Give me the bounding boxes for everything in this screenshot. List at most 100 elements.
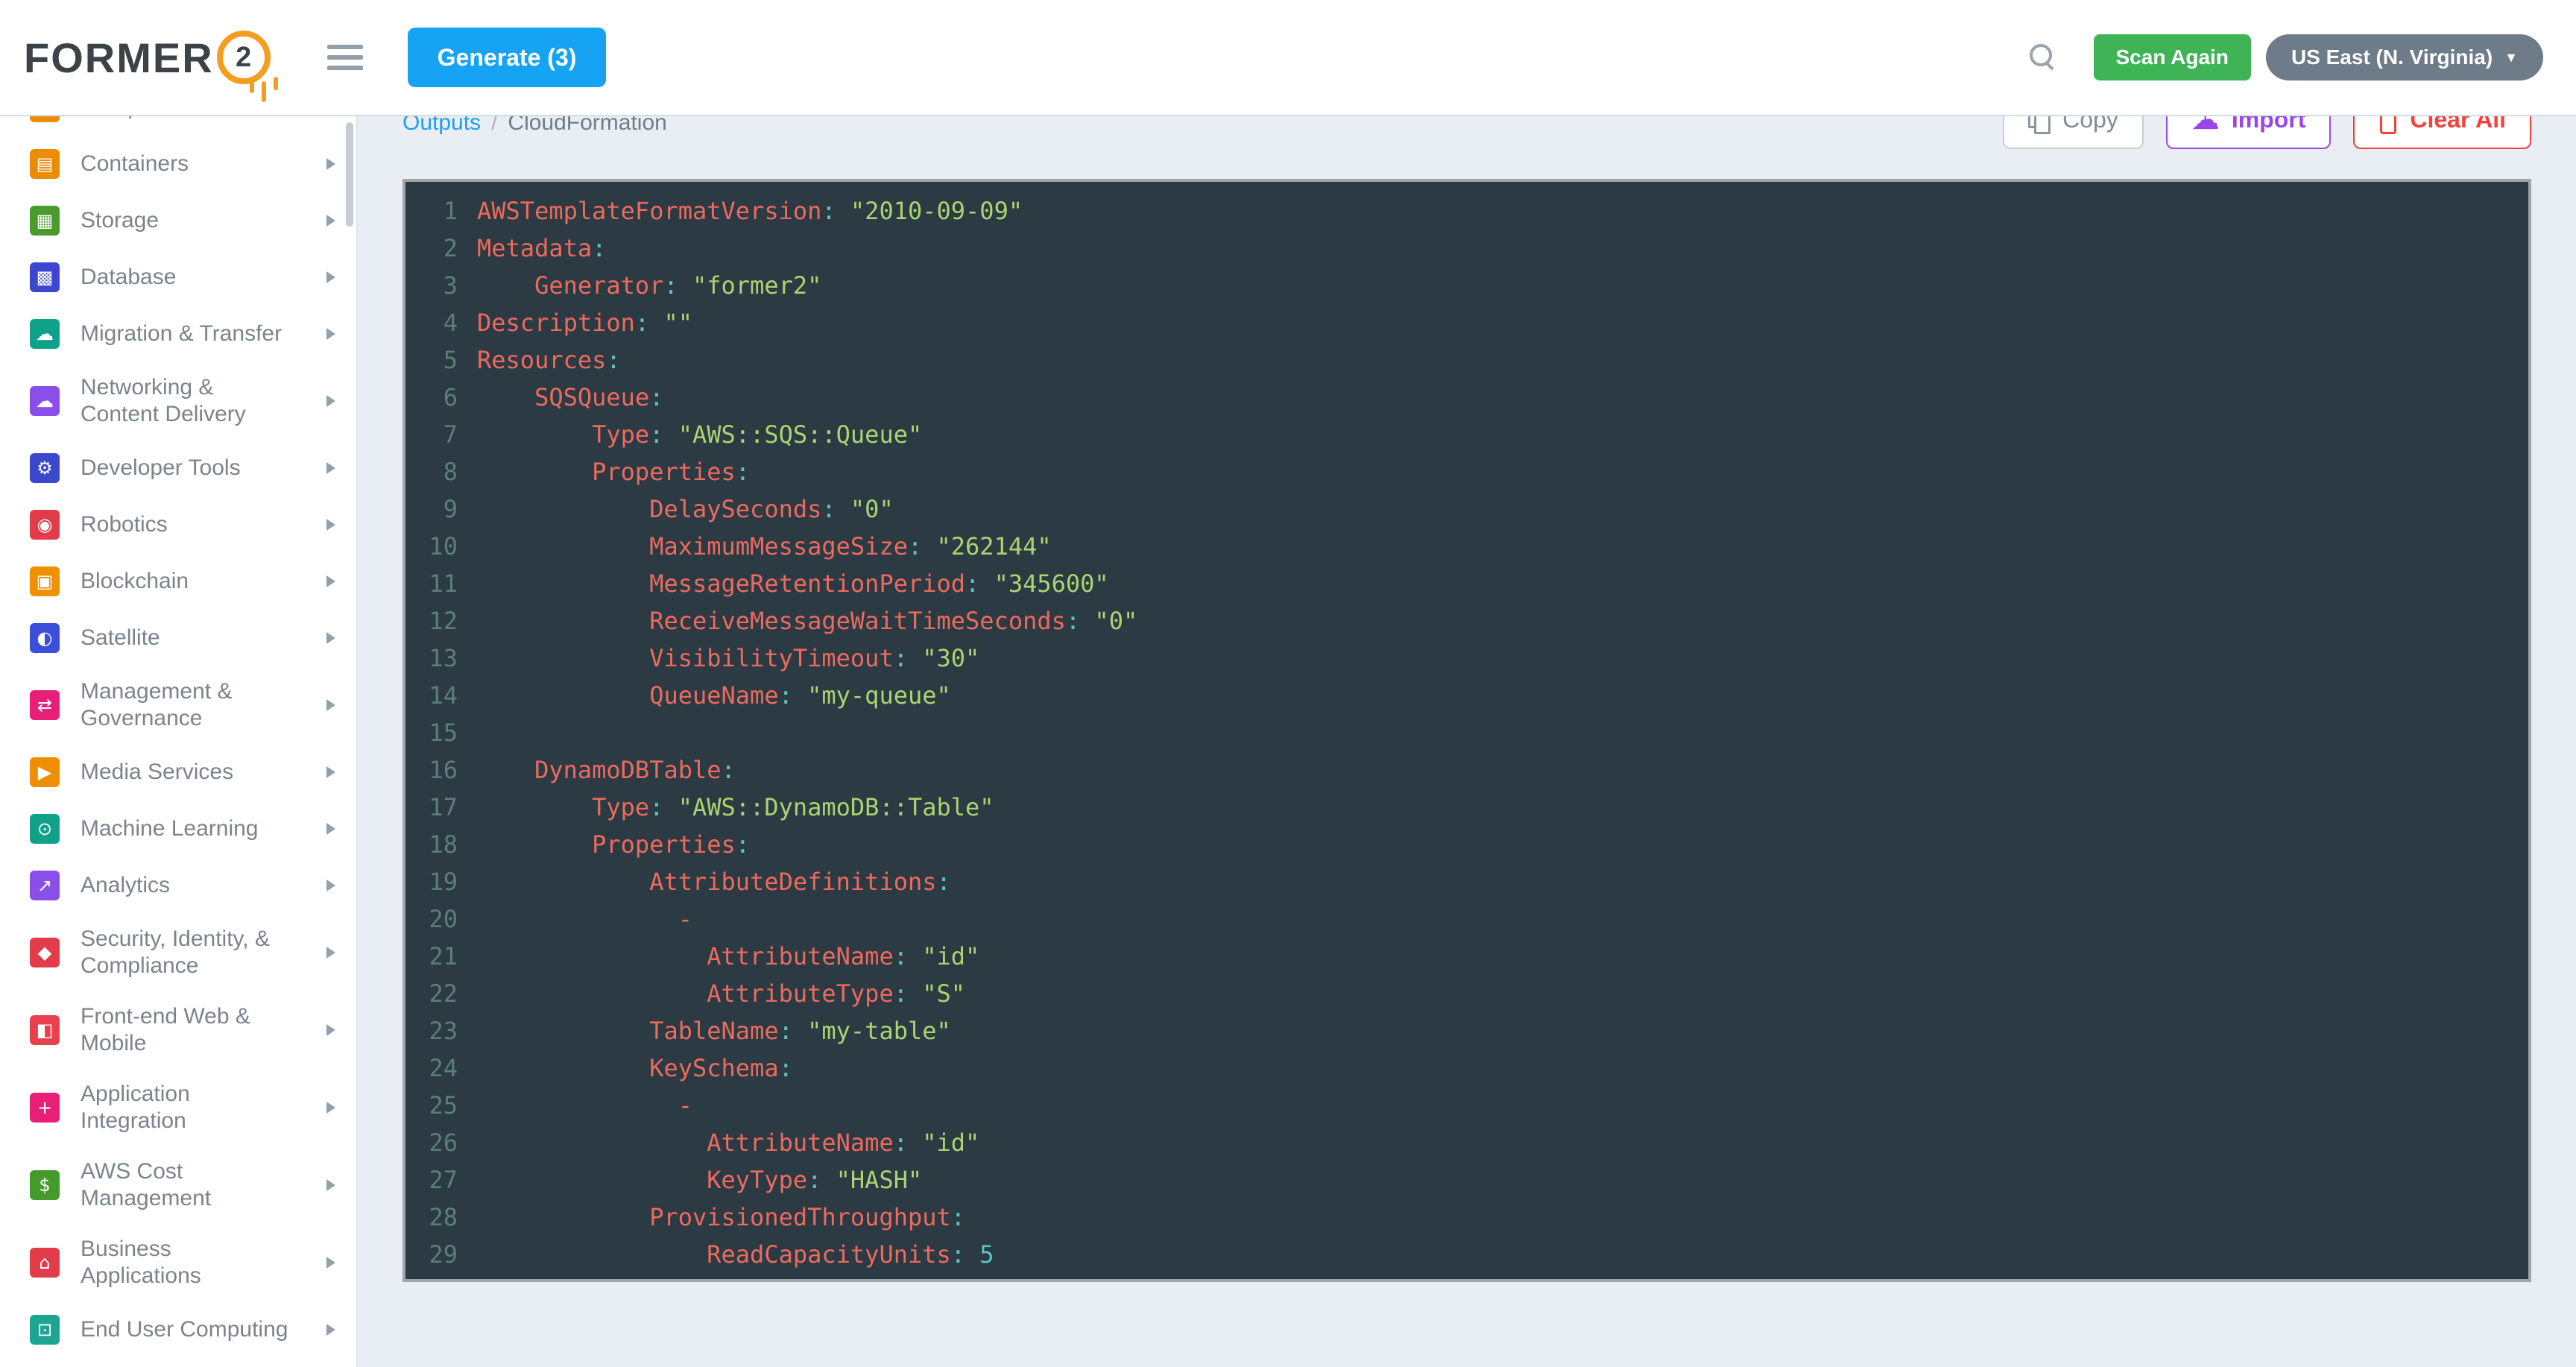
search-icon[interactable] [2028,42,2058,72]
service-category-icon: + [30,1093,60,1123]
sidebar-item-media-services[interactable]: ▶Media Services [0,744,356,801]
chevron-right-icon [326,766,335,778]
sidebar-item-security-identity-compliance[interactable]: ◆Security, Identity, & Compliance [0,914,356,991]
sidebar-item-front-end-web-mobile[interactable]: ◧Front-end Web & Mobile [0,991,356,1069]
line-content: DelaySeconds: "0" [477,490,2528,528]
service-category-icon: ☁ [30,386,60,416]
sidebar-item-satellite[interactable]: ◐Satellite [0,610,356,666]
sidebar-item-containers[interactable]: ▤Containers [0,136,356,192]
service-category-icon: ▦ [30,206,60,236]
sidebar-item-storage[interactable]: ▦Storage [0,192,356,249]
sidebar-item-machine-learning[interactable]: ⊙Machine Learning [0,801,356,857]
services-sidebar: ▥Compute▤Containers▦Storage▩Database☁Mig… [0,116,358,1367]
line-content: AttributeType: "S" [477,975,2528,1012]
sidebar-item-label: Networking & Content Delivery [80,374,289,428]
sidebar-item-robotics[interactable]: ◉Robotics [0,496,356,553]
chevron-right-icon [326,215,335,227]
line-number: 19 [405,863,477,900]
code-line: 8 Properties: [405,453,2528,490]
sidebar-item-developer-tools[interactable]: ⚙Developer Tools [0,440,356,496]
code-line: 19 AttributeDefinitions: [405,863,2528,900]
code-line: 24 KeySchema: [405,1049,2528,1087]
scan-again-button[interactable]: Scan Again [2094,34,2251,80]
code-line: 27 KeyType: "HASH" [405,1161,2528,1199]
line-number: 16 [405,751,477,789]
generate-button[interactable]: Generate (3) [408,28,607,87]
code-line: 25 - [405,1087,2528,1124]
line-number: 2 [405,230,477,267]
sidebar-item-compute[interactable]: ▥Compute [0,116,356,136]
chevron-right-icon [326,1024,335,1036]
line-number: 25 [405,1087,477,1124]
service-category-icon: ⊡ [30,1315,60,1345]
line-content: AWSTemplateFormatVersion: "2010-09-09" [477,192,2528,230]
sidebar-item-label: Security, Identity, & Compliance [80,926,289,979]
line-content: MaximumMessageSize: "262144" [477,528,2528,565]
sidebar-item-analytics[interactable]: ↗Analytics [0,857,356,914]
line-number: 15 [405,714,477,751]
service-category-icon: ▶ [30,757,60,787]
top-navbar: FORMER 2 Generate (3) Scan Again US East… [0,0,2576,116]
line-content: AttributeName: "id" [477,938,2528,975]
line-number: 9 [405,490,477,528]
code-line: 13 VisibilityTimeout: "30" [405,640,2528,677]
sidebar-item-database[interactable]: ▩Database [0,249,356,306]
code-line: 29 ReadCapacityUnits: 5 [405,1236,2528,1273]
service-category-icon: ▤ [30,149,60,179]
sidebar-scrollbar[interactable] [346,122,353,227]
code-line: 7 Type: "AWS::SQS::Queue" [405,416,2528,453]
line-content: Metadata: [477,230,2528,267]
service-category-icon: ⌂ [30,1248,60,1278]
sidebar-item-label: Robotics [80,511,289,538]
line-content: KeyType: "HASH" [477,1161,2528,1199]
line-number: 7 [405,416,477,453]
sidebar-item-label: Management & Governance [80,678,289,732]
code-line: 4Description: "" [405,304,2528,341]
line-content: Description: "" [477,304,2528,341]
chevron-right-icon [326,328,335,340]
sidebar-item-label: Developer Tools [80,455,289,482]
sidebar-toggle-icon[interactable] [327,39,363,76]
sidebar-item-networking-content-delivery[interactable]: ☁ Networking & Content Delivery [0,362,356,440]
sidebar-item-business-applications[interactable]: ⌂ Business Applications [0,1224,356,1301]
line-number: 24 [405,1049,477,1087]
sidebar-item-management-governance[interactable]: ⇄ Management & Governance [0,666,356,744]
logo-cloud-badge: 2 [217,31,271,84]
code-line: 2Metadata: [405,230,2528,267]
chevron-right-icon [326,462,335,474]
line-number: 11 [405,565,477,602]
line-content: VisibilityTimeout: "30" [477,640,2528,677]
sidebar-item-label: Business Applications [80,1236,289,1289]
sidebar-item-end-user-computing[interactable]: ⊡End User Computing [0,1301,356,1358]
line-content: ReceiveMessageWaitTimeSeconds: "0" [477,602,2528,640]
region-selector[interactable]: US East (N. Virginia) ▼ [2266,34,2543,80]
sidebar-item-label: Satellite [80,625,289,651]
line-number: 4 [405,304,477,341]
sidebar-item-aws-cost-management[interactable]: $AWS Cost Management [0,1146,356,1224]
caret-down-icon: ▼ [2504,50,2518,66]
chevron-right-icon [326,823,335,835]
former2-logo[interactable]: FORMER 2 [24,31,274,84]
line-number: 6 [405,379,477,416]
line-number: 8 [405,453,477,490]
line-content: Type: "AWS::SQS::Queue" [477,416,2528,453]
code-line: 3 Generator: "former2" [405,267,2528,304]
service-category-icon: ⇄ [30,690,60,720]
service-category-icon: ◧ [30,1015,60,1045]
chevron-right-icon [326,1324,335,1336]
sidebar-item-label: Compute [80,116,289,121]
cloudformation-code-editor[interactable]: 1AWSTemplateFormatVersion: "2010-09-09"2… [402,179,2531,1282]
sidebar-item-blockchain[interactable]: ▣Blockchain [0,553,356,610]
sidebar-item-label: Blockchain [80,568,289,595]
code-line: 14 QueueName: "my-queue" [405,677,2528,714]
code-line: 10 MaximumMessageSize: "262144" [405,528,2528,565]
line-content: TableName: "my-table" [477,1012,2528,1049]
main-content: CloudFormation Outputs/CloudFormation Co… [358,0,2576,1282]
code-line: 16 DynamoDBTable: [405,751,2528,789]
code-line: 20 - [405,900,2528,938]
sidebar-item-migration-transfer[interactable]: ☁Migration & Transfer [0,306,356,362]
chevron-right-icon [326,1257,335,1269]
code-line: 18 Properties: [405,826,2528,863]
sidebar-item-application-integration[interactable]: +Application Integration [0,1069,356,1146]
code-line: 11 MessageRetentionPeriod: "345600" [405,565,2528,602]
